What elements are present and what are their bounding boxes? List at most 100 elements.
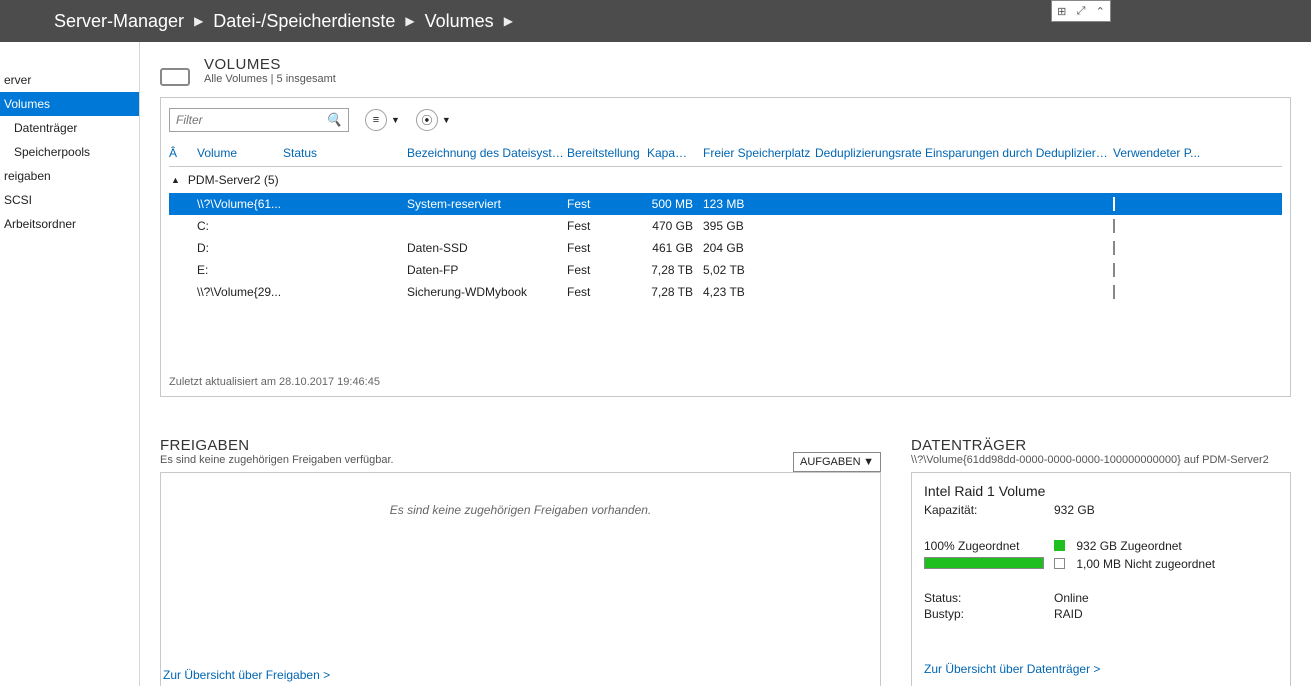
datentraeger-body: Intel Raid 1 Volume Kapazität: 932 GB 10…	[911, 472, 1291, 686]
datentraeger-pane: DATENTRÄGER \\?\Volume{61dd98dd-0000-000…	[911, 437, 1291, 686]
last-updated-text: Zuletzt aktualisiert am 28.10.2017 19:46…	[169, 366, 1282, 388]
cell-freier-speicher: 123 MB	[703, 197, 815, 211]
usage-bar	[1113, 263, 1115, 277]
cell-usage	[1113, 285, 1282, 299]
chevron-down-icon: ▼	[863, 456, 874, 468]
freigaben-pane: FREIGABEN Es sind keine zugehörigen Frei…	[160, 437, 881, 686]
header-freier-speicher[interactable]: Freier Speicherplatz	[703, 146, 815, 160]
volume-row[interactable]: E:Daten-FPFest7,28 TB5,02 TB	[169, 259, 1282, 281]
volumes-heading: VOLUMES Alle Volumes | 5 insgesamt	[160, 56, 1291, 85]
header-status[interactable]: Status	[283, 146, 407, 160]
cell-bezeichnung: Sicherung-WDMybook	[407, 285, 567, 299]
caret-up-icon[interactable]: ⌃	[1096, 5, 1105, 18]
sidebar-item-datentraeger[interactable]: Datenträger	[0, 116, 139, 140]
cell-freier-speicher: 5,02 TB	[703, 263, 815, 277]
breadcrumb-item[interactable]: Server-Manager	[50, 11, 188, 32]
aufgaben-dropdown[interactable]: AUFGABEN ▼	[793, 452, 881, 472]
freigaben-subtitle: Es sind keine zugehörigen Freigaben verf…	[160, 454, 394, 466]
panel-title: VOLUMES	[204, 56, 336, 73]
volume-row[interactable]: C:Fest470 GB395 GB	[169, 215, 1282, 237]
freigaben-body: Es sind keine zugehörigen Freigaben vorh…	[160, 472, 881, 686]
cell-usage	[1113, 197, 1282, 211]
cell-kapazitaet: 7,28 TB	[647, 285, 703, 299]
bustyp-label: Bustyp:	[924, 607, 1054, 621]
sidebar-item-iscsi[interactable]: SCSI	[0, 188, 139, 212]
chevron-down-icon[interactable]: ▼	[442, 115, 451, 125]
header-einsparungen[interactable]: Einsparungen durch Deduplizierung	[925, 146, 1113, 160]
usage-bar	[1113, 219, 1115, 233]
filter-box[interactable]: 🔍	[169, 108, 349, 132]
freigaben-title: FREIGABEN	[160, 437, 394, 454]
sidebar-item-freigaben[interactable]: reigaben	[0, 164, 139, 188]
usage-bar	[1113, 241, 1115, 255]
volumes-table-header: Â Volume Status Bezeichnung des Dateisys…	[169, 142, 1282, 167]
filter-input[interactable]	[176, 113, 316, 127]
volume-row[interactable]: \\?\Volume{61...System-reserviertFest500…	[169, 193, 1282, 215]
freigaben-empty-message: Es sind keine zugehörigen Freigaben vorh…	[390, 503, 652, 660]
header-verwendeter[interactable]: Verwendeter P...	[1113, 146, 1282, 160]
header-kapazitaet[interactable]: Kapazität	[647, 146, 703, 160]
save-view-button[interactable]: ⦿	[416, 109, 438, 131]
expand-icon[interactable]: ⤢	[1077, 5, 1086, 18]
cell-kapazitaet: 470 GB	[647, 219, 703, 233]
breadcrumb-bar: Server-Manager ▶ Datei-/Speicherdienste …	[0, 0, 1311, 42]
chevron-right-icon: ▶	[188, 14, 209, 28]
group-label: PDM-Server2 (5)	[188, 173, 279, 187]
status-value: Online	[1054, 591, 1089, 605]
legend-allocated: 932 GB Zugeordnet	[1054, 539, 1215, 553]
volume-row[interactable]: \\?\Volume{29...Sicherung-WDMybookFest7,…	[169, 281, 1282, 303]
cell-freier-speicher: 395 GB	[703, 219, 815, 233]
grid-icon[interactable]: ⊞	[1057, 5, 1066, 18]
cell-kapazitaet: 500 MB	[647, 197, 703, 211]
freigaben-overview-link[interactable]: Zur Übersicht über Freigaben >	[161, 660, 330, 686]
header-volume[interactable]: Volume	[193, 146, 283, 160]
cell-bereitstellung: Fest	[567, 197, 647, 211]
square-icon	[1054, 558, 1065, 569]
legend-unallocated: 1,00 MB Nicht zugeordnet	[1054, 557, 1215, 571]
usage-bar	[1113, 197, 1115, 211]
cell-usage	[1113, 241, 1282, 255]
datentraeger-overview-link[interactable]: Zur Übersicht über Datenträger >	[924, 654, 1278, 680]
breadcrumb-item[interactable]: Volumes	[421, 11, 498, 32]
cell-volume: \\?\Volume{29...	[193, 285, 283, 299]
square-icon	[1054, 540, 1065, 551]
capacity-value: 932 GB	[1054, 503, 1095, 517]
sidebar-item-arbeitsordner[interactable]: Arbeitsordner	[0, 212, 139, 236]
allocation-bar	[924, 557, 1044, 569]
chevron-down-icon[interactable]: ▼	[391, 115, 400, 125]
window-controls[interactable]: ⊞ ⤢ ⌃	[1051, 0, 1111, 22]
aufgaben-label: AUFGABEN	[800, 456, 861, 468]
group-by-button[interactable]: ≡	[365, 109, 387, 131]
cell-volume: C:	[193, 219, 283, 233]
sidebar-item-server[interactable]: erver	[0, 68, 139, 92]
sidebar-item-speicherpools[interactable]: Speicherpools	[0, 140, 139, 164]
chevron-right-icon: ▶	[399, 14, 420, 28]
header-bezeichnung[interactable]: Bezeichnung des Dateisyste...	[407, 146, 567, 160]
volumes-toolbar: 🔍 ≡ ▼ ⦿ ▼	[169, 106, 1282, 134]
panel-subtitle: Alle Volumes | 5 insgesamt	[204, 73, 336, 85]
header-dedup-rate[interactable]: Deduplizierungsrate	[815, 146, 925, 160]
collapse-icon[interactable]: ▲	[171, 175, 180, 185]
main-content: VOLUMES Alle Volumes | 5 insgesamt 🔍 ≡ ▼ …	[140, 42, 1311, 686]
cell-bezeichnung: Daten-FP	[407, 263, 567, 277]
volume-row[interactable]: D:Daten-SSDFest461 GB204 GB	[169, 237, 1282, 259]
chevron-right-icon: ▶	[498, 14, 519, 28]
cell-bezeichnung: Daten-SSD	[407, 241, 567, 255]
device-name: Intel Raid 1 Volume	[924, 483, 1278, 499]
cell-freier-speicher: 4,23 TB	[703, 285, 815, 299]
breadcrumb-item[interactable]: Datei-/Speicherdienste	[209, 11, 399, 32]
header-icon-col[interactable]: Â	[169, 146, 193, 160]
cell-kapazitaet: 7,28 TB	[647, 263, 703, 277]
bustyp-value: RAID	[1054, 607, 1083, 621]
capacity-label: Kapazität:	[924, 503, 1054, 517]
sidebar: erverVolumesDatenträgerSpeicherpoolsreig…	[0, 42, 140, 686]
search-icon[interactable]: 🔍	[326, 112, 342, 128]
sidebar-item-volumes[interactable]: Volumes	[0, 92, 139, 116]
header-bereitstellung[interactable]: Bereitstellung	[567, 146, 647, 160]
cell-bereitstellung: Fest	[567, 241, 647, 255]
datentraeger-subtitle: \\?\Volume{61dd98dd-0000-0000-0000-10000…	[911, 454, 1291, 466]
cell-kapazitaet: 461 GB	[647, 241, 703, 255]
volume-group-row[interactable]: ▲ PDM-Server2 (5)	[169, 167, 1282, 193]
volume-icon	[160, 68, 190, 86]
cell-bereitstellung: Fest	[567, 263, 647, 277]
